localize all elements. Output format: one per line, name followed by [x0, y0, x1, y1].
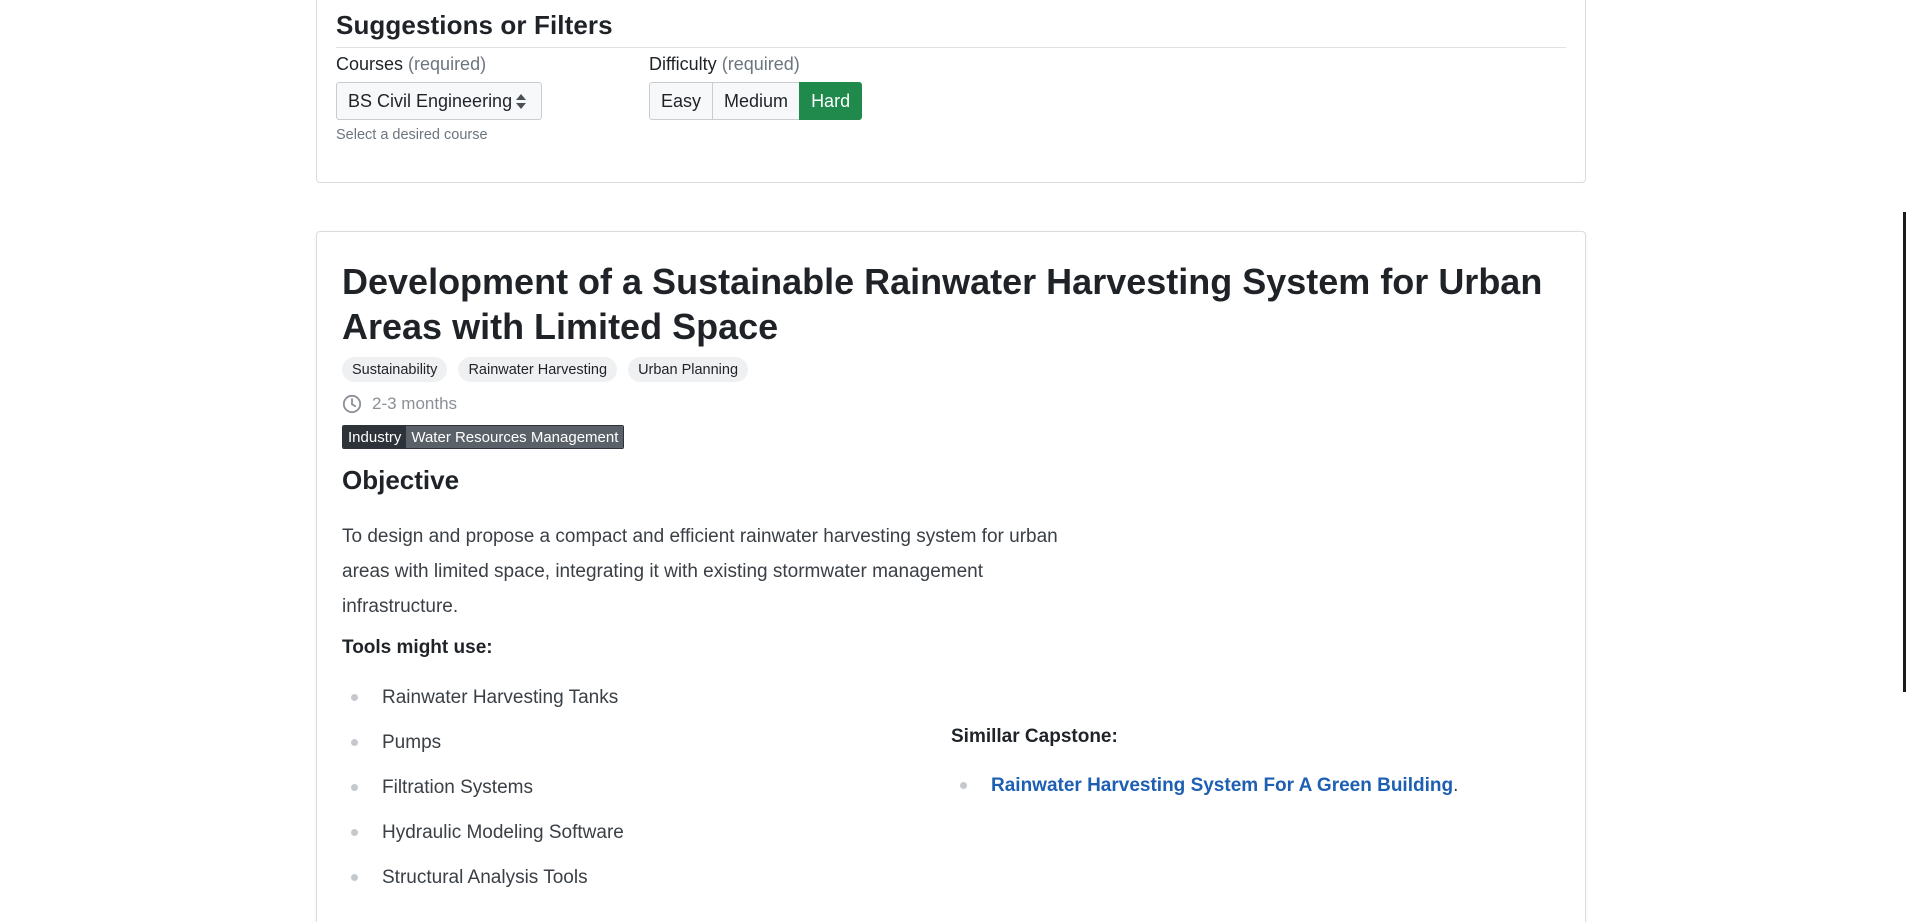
tag: Sustainability: [342, 357, 448, 382]
bullet-dot-icon: [351, 739, 358, 746]
bullet-dot-icon: [351, 694, 358, 701]
similar-capstone-heading: Simillar Capstone:: [951, 726, 1118, 747]
course-select-value: BS Civil Engineering: [348, 90, 513, 111]
course-select[interactable]: BS Civil Engineering: [336, 82, 542, 120]
difficulty-button-group: Easy Medium Hard: [649, 82, 863, 120]
tag: Rainwater Harvesting: [458, 357, 618, 382]
courses-label: Courses (required): [336, 54, 486, 75]
tool-label: Hydraulic Modeling Software: [382, 821, 624, 843]
difficulty-medium-button[interactable]: Medium: [712, 82, 801, 120]
list-item: Rainwater Harvesting System For A Green …: [951, 763, 1458, 808]
project-title: Development of a Sustainable Rainwater H…: [342, 261, 1543, 347]
difficulty-required-note: (required): [721, 54, 800, 74]
difficulty-label-text: Difficulty: [649, 54, 717, 74]
sort-arrows-icon: [516, 94, 526, 109]
bullet-dot-icon: [351, 874, 358, 881]
difficulty-hard-button[interactable]: Hard: [799, 82, 863, 120]
duration-text: 2-3 months: [372, 394, 458, 413]
list-item: Filtration Systems: [342, 765, 624, 810]
industry-badge-value: Water Resources Management: [406, 426, 624, 448]
bullet-dot-icon: [351, 829, 358, 836]
bullet-dot-icon: [960, 782, 967, 789]
objective-heading: Objective: [342, 465, 460, 495]
duration: 2-3 months: [342, 394, 457, 414]
difficulty-easy-button[interactable]: Easy: [649, 82, 714, 120]
industry-badge: Industry Water Resources Management: [342, 425, 625, 449]
tool-label: Structural Analysis Tools: [382, 866, 588, 888]
similar-capstone-list: Rainwater Harvesting System For A Green …: [951, 763, 1458, 808]
page: Suggestions or Filters Courses (required…: [0, 0, 1906, 922]
tools-heading: Tools might use:: [342, 637, 493, 658]
courses-label-text: Courses: [336, 54, 404, 74]
project-card: Development of a Sustainable Rainwater H…: [316, 231, 1586, 922]
courses-required-note: (required): [408, 54, 487, 74]
filters-card: Suggestions or Filters Courses (required…: [316, 0, 1586, 183]
tag-list: Sustainability Rainwater Harvesting Urba…: [342, 357, 749, 382]
objective-text: To design and propose a compact and effi…: [342, 526, 1058, 617]
tool-label: Pumps: [382, 731, 442, 753]
tag: Urban Planning: [628, 357, 749, 382]
industry-badge-key: Industry: [343, 426, 407, 448]
list-item: Hydraulic Modeling Software: [342, 810, 624, 855]
clock-icon: [342, 394, 362, 414]
tool-label: Rainwater Harvesting Tanks: [382, 686, 619, 708]
filters-divider: [336, 47, 1566, 48]
similar-capstone-suffix: .: [1453, 774, 1459, 796]
tool-label: Filtration Systems: [382, 776, 533, 798]
difficulty-label: Difficulty (required): [649, 54, 800, 75]
course-help-text: Select a desired course: [336, 127, 488, 143]
tools-list: Rainwater Harvesting Tanks Pumps Filtrat…: [342, 675, 624, 900]
list-item: Pumps: [342, 720, 624, 765]
bullet-dot-icon: [351, 784, 358, 791]
list-item: Structural Analysis Tools: [342, 855, 624, 900]
similar-capstone-link[interactable]: Rainwater Harvesting System For A Green …: [991, 775, 1453, 797]
filters-title: Suggestions or Filters: [336, 10, 613, 40]
list-item: Rainwater Harvesting Tanks: [342, 675, 624, 720]
